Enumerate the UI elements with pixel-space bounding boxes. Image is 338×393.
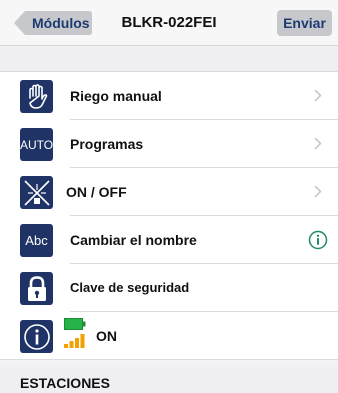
battery-icon xyxy=(64,318,86,330)
menu-item-on-off[interactable]: ON / OFF xyxy=(0,168,338,216)
info-icon xyxy=(20,320,53,353)
sprinkler-off-icon xyxy=(20,176,53,209)
menu-item-clave-seguridad[interactable]: Clave de seguridad xyxy=(0,264,338,312)
navigation-bar: Módulos BLKR-022FEI Enviar xyxy=(0,0,338,46)
chevron-right-icon xyxy=(314,185,322,198)
abc-icon: Abc xyxy=(20,224,53,257)
info-circle-icon[interactable] xyxy=(308,230,328,250)
chevron-right-icon xyxy=(314,137,322,150)
send-button[interactable]: Enviar xyxy=(277,10,332,36)
menu-item-programas[interactable]: AUTO Programas xyxy=(0,120,338,168)
auto-icon: AUTO xyxy=(20,128,53,161)
menu-item-label: Cambiar el nombre xyxy=(70,232,197,248)
menu-item-label: Programas xyxy=(70,136,144,152)
chevron-right-icon xyxy=(314,89,322,102)
status-label: ON xyxy=(96,328,117,344)
menu-item-label: Riego manual xyxy=(70,88,162,104)
lock-icon xyxy=(20,272,53,305)
stations-header-label: ESTACIONES xyxy=(20,375,110,391)
module-menu-list: Riego manual AUTO Programas ON / OFF Abc… xyxy=(0,71,338,360)
menu-item-status[interactable]: ON xyxy=(0,312,338,360)
signal-icon xyxy=(64,334,85,348)
hand-icon xyxy=(20,80,53,113)
menu-item-label: Clave de seguridad xyxy=(70,280,190,295)
section-spacer xyxy=(0,47,338,71)
menu-item-riego-manual[interactable]: Riego manual xyxy=(0,72,338,120)
menu-item-cambiar-nombre[interactable]: Abc Cambiar el nombre xyxy=(0,216,338,264)
menu-item-label: ON / OFF xyxy=(66,184,127,200)
